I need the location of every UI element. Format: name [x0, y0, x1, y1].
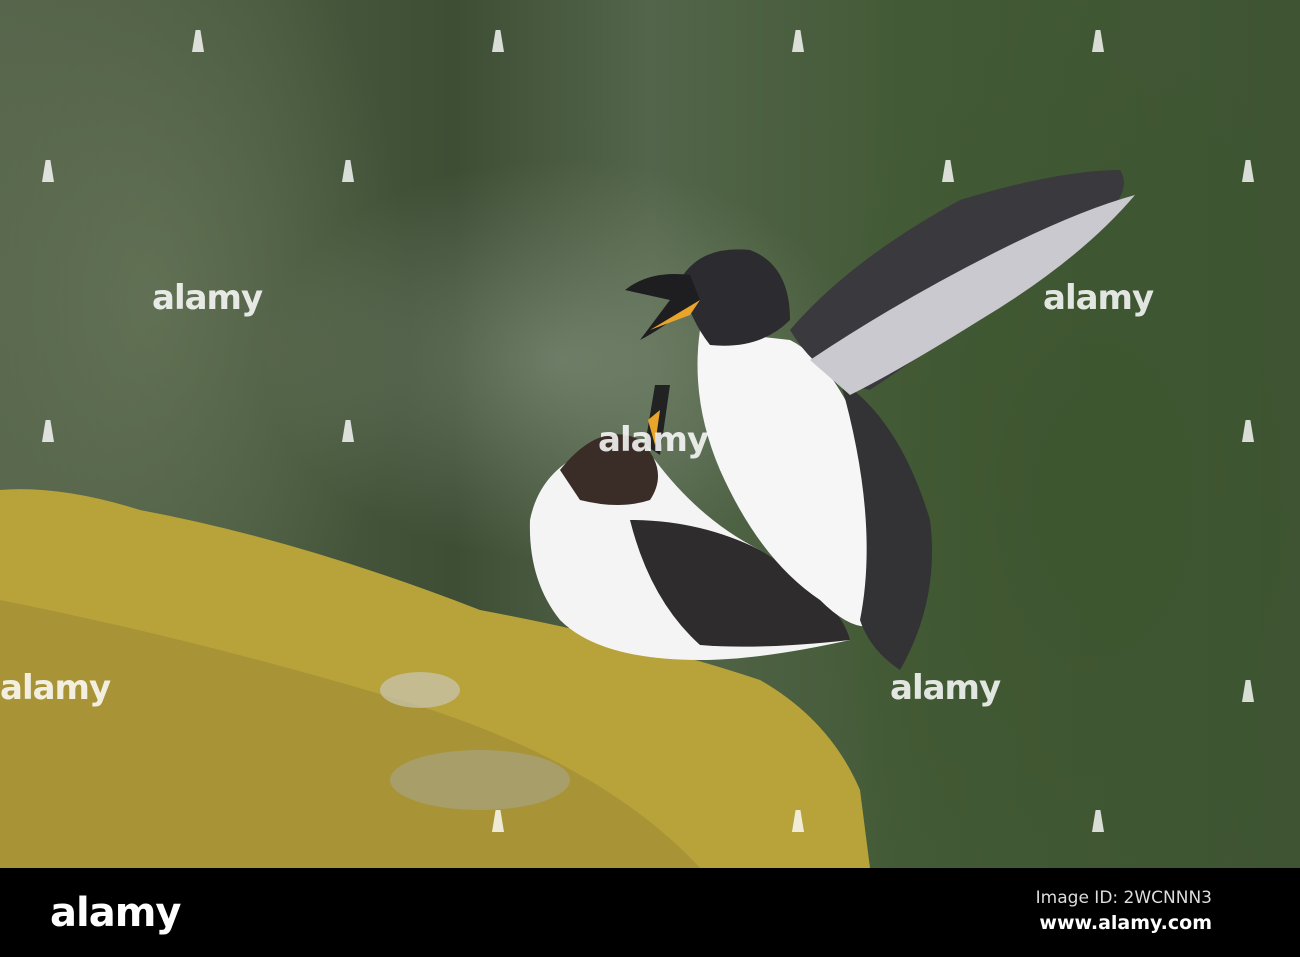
- site-url: www.alamy.com: [1039, 912, 1212, 934]
- watermark: alamy: [152, 278, 263, 318]
- image-id: Image ID: 2WCNNN3: [1035, 888, 1212, 908]
- footer-bar: alamy Image ID: 2WCNNN3 www.alamy.com: [0, 868, 1300, 957]
- alamy-logo: alamy: [50, 890, 181, 936]
- watermark: alamy: [598, 420, 709, 460]
- photo-razorbills-on-rock: alamy alamy alamy alamy alamy: [0, 0, 1300, 868]
- watermark: alamy: [1043, 278, 1154, 318]
- watermark: alamy: [0, 668, 111, 708]
- watermark: alamy: [890, 668, 1001, 708]
